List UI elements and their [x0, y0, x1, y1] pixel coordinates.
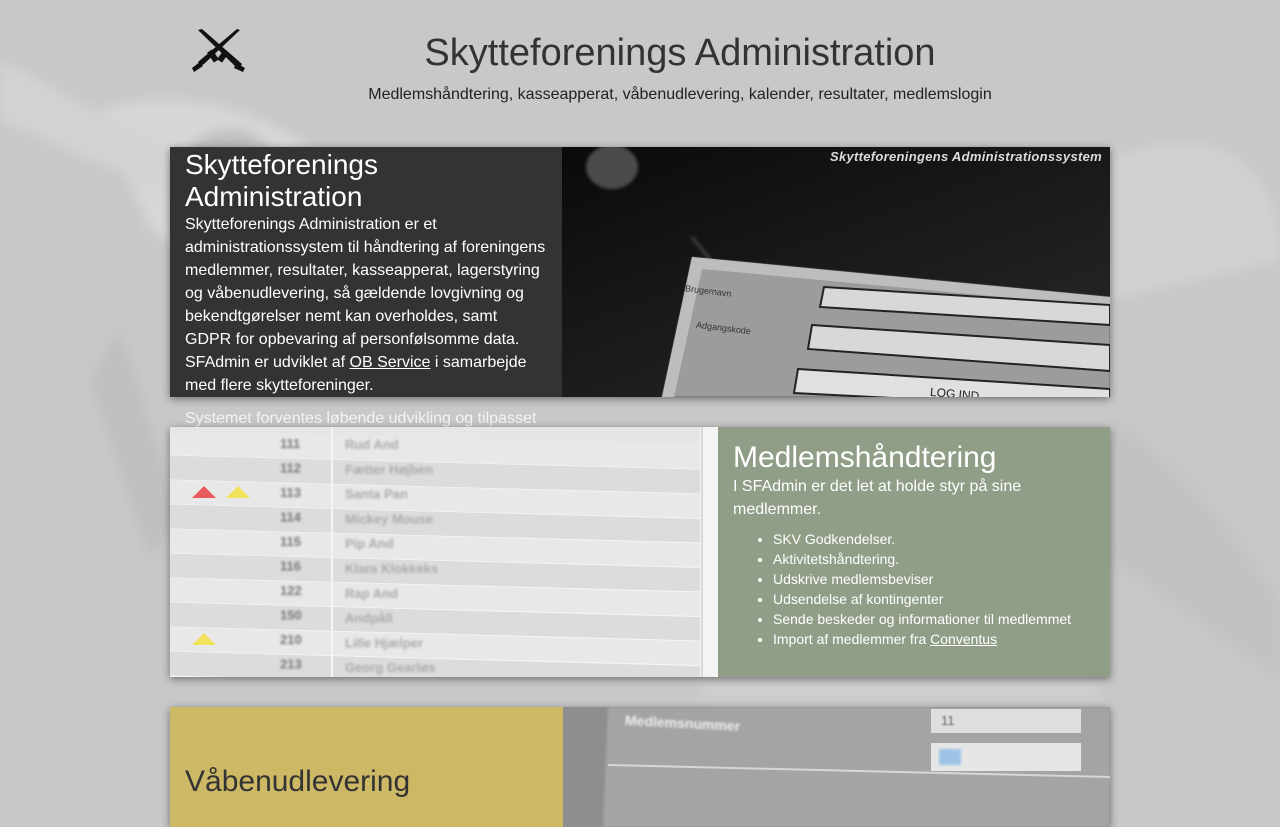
login-screenshot-art — [586, 147, 1110, 397]
member-number: 150 — [280, 608, 302, 623]
intro-panel: Skytteforenings Administration Skyttefor… — [170, 147, 1110, 427]
members-panel: 111 Rud And 112 Fætter Højben 113 Santa Pan 11… — [170, 427, 1110, 677]
screenshot-caption: Skytteforeningens Administrationssystem — [829, 149, 1102, 164]
member-name: Pip And — [345, 536, 394, 551]
login-screenshot: Skytteforeningens Administrationssystem … — [562, 147, 1110, 397]
member-number: 122 — [280, 583, 302, 598]
members-feature-list: SKV Godkendelser. Aktivitetshåndtering. … — [733, 529, 1094, 649]
members-table-art: 111 Rud And 112 Fætter Højben 113 Santa Pan 11… — [170, 427, 718, 677]
member-number: 113 — [280, 485, 301, 500]
weapons-screenshot: Medlemsnummer 11 — [563, 707, 1110, 827]
feature-item: SKV Godkendelser. — [773, 529, 1094, 549]
members-intro: I SFAdmin er det let at holde styr på si… — [733, 478, 1022, 518]
member-number: 111 — [280, 436, 300, 451]
member-name: Georg Gearløs — [345, 660, 435, 675]
member-name: Fætter Højben — [345, 462, 433, 477]
rifles-icon — [192, 29, 245, 72]
member-number: 210 — [280, 632, 302, 647]
member-name: Santa Pan — [345, 487, 408, 502]
member-name: Rap And — [345, 586, 398, 601]
site-subtitle: Medlemshåndtering, kasseapperat, våbenud… — [368, 86, 992, 103]
intro-heading: Skytteforenings Administration — [185, 149, 378, 212]
weapons-panel: Våbenudlevering Medlemsnummer 11 — [170, 707, 1110, 827]
member-number: 213 — [280, 657, 302, 672]
member-name: Andpåll — [345, 611, 393, 626]
member-name: Klara Klokkeks — [345, 561, 438, 576]
member-number-value: 11 — [941, 713, 955, 728]
member-name: Lille Hjælper — [345, 635, 423, 650]
members-text-box: Medlemshåndtering I SFAdmin er det let a… — [718, 427, 1110, 677]
members-table-screenshot: 111 Rud And 112 Fætter Højben 113 Santa Pan 11… — [170, 427, 718, 677]
member-name: Mickey Mouse — [345, 511, 433, 526]
intro-body: Skytteforenings Administration er et adm… — [185, 213, 546, 397]
intro-text-box: Skytteforenings Administration Skyttefor… — [170, 147, 562, 427]
member-number: 114 — [280, 510, 302, 525]
weapons-text-box: Våbenudlevering — [170, 707, 563, 827]
member-number: 115 — [280, 534, 301, 549]
members-heading: Medlemshåndtering — [733, 441, 997, 474]
member-name: Rud And — [345, 437, 399, 452]
import-prefix: Import af medlemmer fra — [773, 631, 931, 647]
member-number: 112 — [280, 461, 301, 476]
site-title: Skytteforenings Administration — [424, 32, 936, 74]
conventus-link[interactable]: Conventus — [930, 631, 997, 647]
feature-item: Aktivitetshåndtering. — [773, 549, 1094, 569]
member-number: 116 — [280, 559, 301, 574]
weapons-heading: Våbenudlevering — [185, 765, 411, 798]
feature-item-import: Import af medlemmer fra Conventus — [773, 629, 1094, 649]
site-header: Skytteforenings Administration Medlemshå… — [0, 0, 1280, 130]
ob-service-link[interactable]: OB Service — [350, 354, 431, 371]
feature-item: Udskrive medlemsbeviser — [773, 569, 1094, 589]
feature-item: Udsendelse af kontingenter — [773, 589, 1094, 609]
feature-item: Sende beskeder og informationer til medl… — [773, 609, 1094, 629]
intro-body-text: Skytteforenings Administration er et adm… — [185, 216, 546, 371]
